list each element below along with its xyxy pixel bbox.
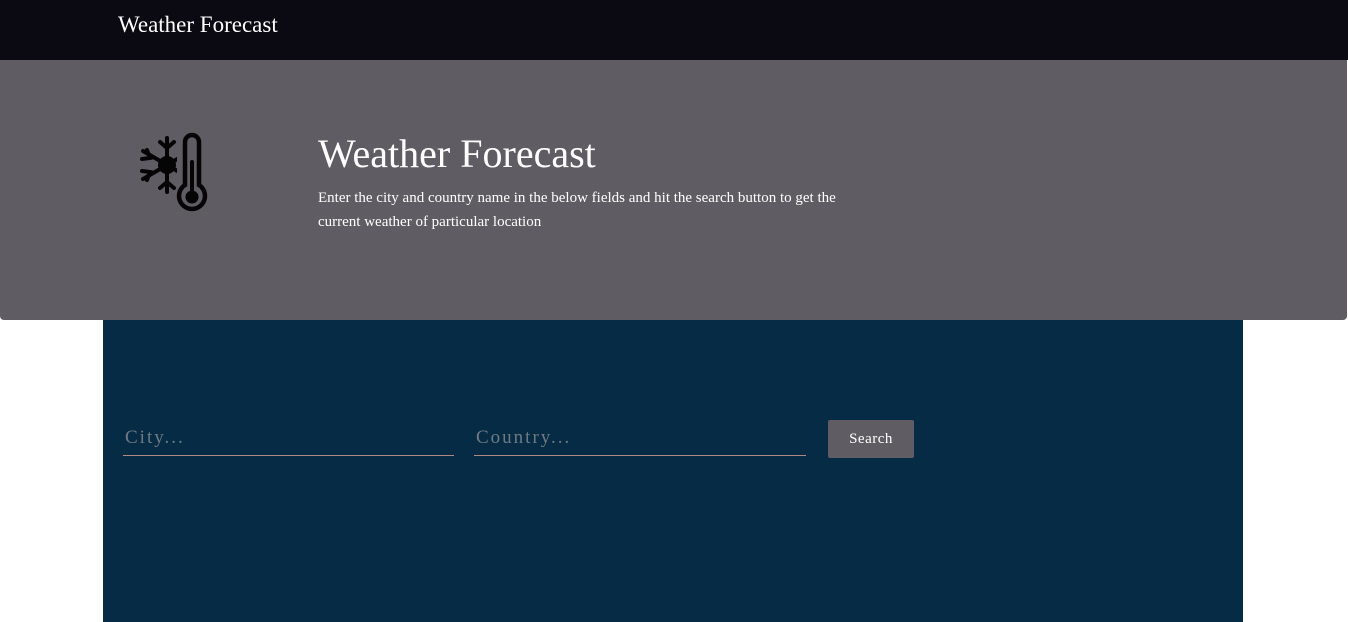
hero-title: Weather Forecast <box>318 131 596 176</box>
hero-banner: Weather Forecast Enter the city and coun… <box>0 60 1347 320</box>
search-button[interactable]: Search <box>828 420 914 458</box>
hero-description: Enter the city and country name in the b… <box>318 190 836 230</box>
snowflake-thermometer-icon <box>140 132 210 218</box>
navbar-brand[interactable]: Weather Forecast <box>118 11 278 39</box>
country-input[interactable] <box>474 420 806 456</box>
navbar: Weather Forecast <box>0 0 1348 60</box>
city-input[interactable] <box>123 420 454 456</box>
search-panel: Search <box>103 320 1243 622</box>
